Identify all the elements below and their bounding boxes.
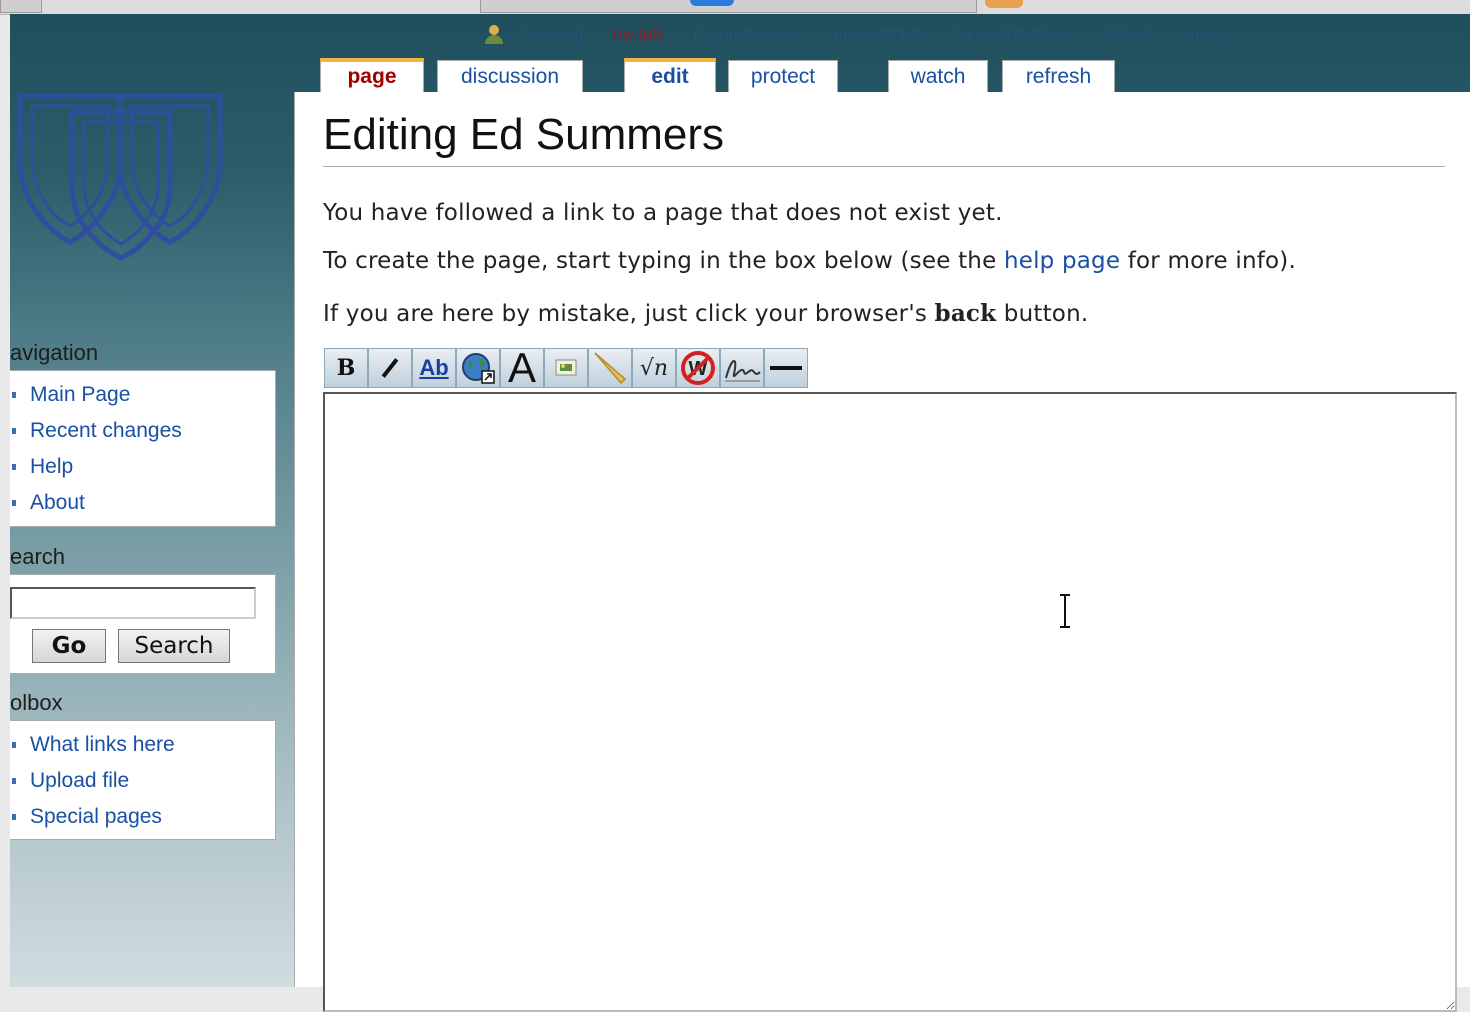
media-icon [594,352,627,385]
wiki-page: Fcossing my talk my preferences my watch… [10,14,1470,1012]
notice-line-3-start: If you are here by mistake, just click y… [323,301,935,327]
tab-discussion[interactable]: discussion [437,60,583,94]
embedded-image-button[interactable] [544,348,588,388]
edit-toolbar: B Ab A √n [324,348,808,388]
navigation-title: avigation [10,340,99,365]
math-icon: √n [639,355,669,381]
tab-watch[interactable]: watch [888,60,988,94]
nav-recent-changes[interactable]: Recent changes [10,419,275,455]
italic-button[interactable] [368,348,412,388]
browser-tab-edge [0,0,42,13]
nav-about[interactable]: About [10,491,275,527]
tool-what-links-here[interactable]: What links here [10,733,275,769]
notice-line-3-end: button. [996,301,1089,327]
pt-preferences[interactable]: my preferences [694,26,804,44]
globe-icon [462,353,495,384]
navigation-portlet: Main Page Recent changes Help About [10,370,276,527]
browser-chrome-strip [0,0,1470,15]
headline-icon: A [507,348,536,388]
horizontal-line-icon [770,366,802,370]
external-link-button[interactable] [456,348,500,388]
internal-link-icon: Ab [419,355,449,380]
search-title: earch [10,544,66,569]
page-title: Editing Ed Summers [323,110,1445,167]
tool-upload-file[interactable]: Upload file [10,769,275,805]
notice-line-2: To create the page, start typing in the … [323,248,1296,274]
user-icon [483,23,505,47]
headline-button[interactable]: A [500,348,544,388]
site-logo[interactable] [10,92,230,262]
browser-orange-indicator [985,0,1023,8]
search-input[interactable] [10,587,256,619]
search-portlet: Go Search [10,574,276,674]
nowiki-icon: W [681,351,715,385]
pt-logout[interactable]: log out [1178,26,1226,44]
personal-tools-bar: Fcossing my talk my preferences my watch… [483,22,1256,48]
text-cursor-icon [1060,594,1070,628]
nav-help[interactable]: Help [10,455,275,491]
toolbox-title: olbox [10,690,63,715]
toolbox-portlet: What links here Upload file Special page… [10,720,276,840]
wiki-editor-textarea[interactable] [323,392,1457,1012]
signature-icon [725,360,761,382]
italic-icon [381,358,399,378]
signature-button[interactable] [720,348,764,388]
go-button[interactable]: Go [32,629,106,663]
media-link-button[interactable] [588,348,632,388]
math-formula-button[interactable]: √n [632,348,676,388]
notice-line-1: You have followed a link to a page that … [323,200,1003,226]
nowiki-button[interactable]: W [676,348,720,388]
search-button[interactable]: Search [118,629,230,663]
bold-button[interactable]: B [324,348,368,388]
bold-icon: B [336,355,356,381]
tab-page[interactable]: page [320,58,424,94]
notice-line-2-start: To create the page, start typing in the … [323,248,1004,274]
tab-protect[interactable]: protect [728,60,838,94]
back-emphasis: back [934,300,997,327]
notice-line-3: If you are here by mistake, just click y… [323,300,1088,327]
pt-upload[interactable]: Upload [1098,26,1149,44]
nav-main-page[interactable]: Main Page [10,383,275,419]
browser-blue-indicator [690,0,734,6]
horizontal-line-button[interactable] [764,348,808,388]
tool-special-pages[interactable]: Special pages [10,805,275,841]
content-area: Editing Ed Summers You have followed a l… [294,92,1470,1012]
internal-link-button[interactable]: Ab [412,348,456,388]
tab-refresh[interactable]: refresh [1002,60,1115,94]
image-icon [555,359,577,376]
tab-edit[interactable]: edit [624,58,716,94]
help-page-link[interactable]: help page [1004,248,1120,274]
notice-line-2-end: for more info). [1120,248,1296,274]
pt-my-talk[interactable]: my talk [613,26,664,44]
pt-contributions[interactable]: my contributions [951,26,1068,44]
pt-watchlist[interactable]: my watchlist [834,26,921,44]
pt-username[interactable]: Fcossing [519,26,583,44]
